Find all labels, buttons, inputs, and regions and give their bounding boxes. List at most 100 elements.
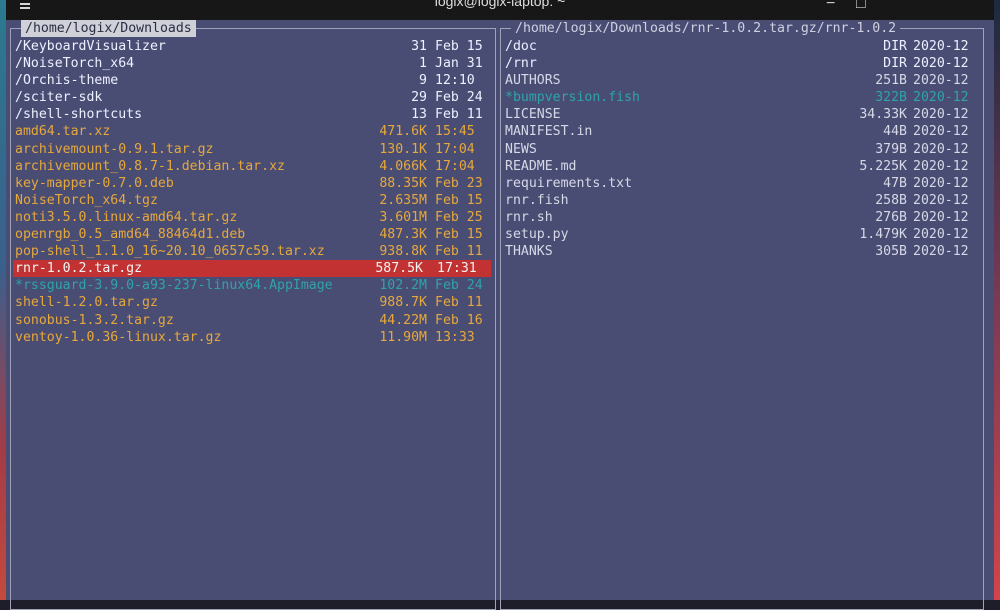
file-row[interactable]: rnr-1.0.2.tar.gz 587.5K 17:31: [13, 260, 491, 278]
file-date: 2020-12: [913, 209, 969, 225]
file-row[interactable]: AUTHORS 251B 2020-12: [501, 72, 983, 89]
file-row[interactable]: pop-shell_1.1.0_16~20.10_0657c59.tar.xz 9…: [11, 243, 495, 260]
minimize-icon[interactable]: −: [826, 0, 835, 13]
file-date: Feb 11: [435, 107, 483, 123]
directory-row[interactable]: /Orchis-theme 9 12:10: [11, 72, 495, 89]
file-size: 34.33K: [859, 107, 907, 123]
right-file-panel[interactable]: /home/logix/Downloads/rnr-1.0.2.tar.gz/r…: [500, 20, 984, 610]
file-date: 17:04: [435, 141, 475, 157]
terminal-area[interactable]: /home/logix/Downloads /KeyboardVisualize…: [6, 20, 994, 610]
file-row[interactable]: NoiseTorch_x64.tgz 2.635M Feb 15: [11, 192, 495, 209]
file-name: openrgb_0.5_amd64_88464d1.deb: [15, 227, 246, 243]
file-date: Feb 11: [435, 244, 483, 260]
file-name: *bumpversion.fish: [505, 90, 640, 106]
file-date: Feb 15: [435, 39, 483, 54]
file-date: 2020-12: [913, 90, 969, 106]
file-date: Feb 25: [435, 209, 483, 225]
file-row[interactable]: amd64.tar.xz 471.6K 15:45: [11, 123, 495, 140]
file-row[interactable]: NEWS 379B 2020-12: [501, 141, 983, 158]
file-size: 988.7K: [379, 295, 427, 311]
file-row[interactable]: *bumpversion.fish 322B 2020-12: [501, 89, 983, 106]
file-name: *rssguard-3.9.0-a93-237-linux64.AppImage: [15, 278, 333, 294]
file-row[interactable]: ventoy-1.0.36-linux.tar.gz 11.90M 13:33: [11, 329, 495, 346]
file-name: pop-shell_1.1.0_16~20.10_0657c59.tar.xz: [15, 244, 325, 260]
file-date: Feb 24: [435, 90, 483, 106]
file-name: README.md: [505, 158, 577, 174]
left-panel-path: /home/logix/Downloads: [21, 20, 196, 37]
directory-row[interactable]: /doc DIR 2020-12: [501, 38, 983, 55]
file-name: THANKS: [505, 244, 553, 260]
file-row[interactable]: MANIFEST.in 44B 2020-12: [501, 123, 983, 140]
file-size: 487.3K: [379, 227, 427, 243]
file-size: 3.601M: [379, 209, 427, 225]
file-row[interactable]: *rssguard-3.9.0-a93-237-linux64.AppImage…: [11, 277, 495, 294]
file-row[interactable]: archivemount_0.8.7-1.debian.tar.xz 4.066K…: [11, 158, 495, 175]
file-name: NoiseTorch_x64.tgz: [15, 192, 158, 208]
file-row[interactable]: rnr.sh 276B 2020-12: [501, 209, 983, 226]
maximize-icon[interactable]: □: [856, 0, 866, 13]
file-row[interactable]: key-mapper-0.7.0.deb 88.35K Feb 23: [11, 175, 495, 192]
left-file-panel[interactable]: /home/logix/Downloads /KeyboardVisualize…: [10, 20, 496, 610]
file-size: 1: [419, 56, 427, 72]
file-date: Feb 11: [435, 295, 483, 311]
file-date: 17:04: [435, 158, 475, 174]
file-size: 44B: [883, 124, 907, 140]
file-size: 379B: [875, 141, 907, 157]
file-row[interactable]: noti3.5.0.linux-amd64.tar.gz 3.601M Feb 25: [11, 209, 495, 226]
file-name: AUTHORS: [505, 73, 561, 89]
directory-row[interactable]: /shell-shortcuts 13 Feb 11: [11, 106, 495, 123]
directory-row[interactable]: /KeyboardVisualizer 31 Feb 15: [11, 38, 495, 55]
file-row[interactable]: README.md 5.225K 2020-12: [501, 158, 983, 175]
file-date: 2020-12: [913, 73, 969, 89]
right-file-list: /doc DIR 2020-12/rnr DIR 2020-12 AUTHORS 251B…: [501, 38, 983, 260]
file-name: rnr.sh: [505, 209, 553, 225]
file-date: 2020-12: [913, 158, 969, 174]
file-row[interactable]: rnr.fish 258B 2020-12: [501, 192, 983, 209]
file-name: /KeyboardVisualizer: [15, 39, 166, 54]
directory-row[interactable]: /sciter-sdk 29 Feb 24: [11, 89, 495, 106]
file-row[interactable]: shell-1.2.0.tar.gz 988.7K Feb 11: [11, 294, 495, 311]
file-row[interactable]: archivemount-0.9.1.tar.gz 130.1K 17:04: [11, 141, 495, 158]
file-size: DIR: [883, 56, 907, 72]
file-size: 471.6K: [379, 124, 427, 140]
file-size: 29: [411, 90, 427, 106]
file-row[interactable]: setup.py 1.479K 2020-12: [501, 226, 983, 243]
file-date: 2020-12: [913, 175, 969, 191]
file-name: /doc: [505, 39, 537, 54]
file-row[interactable]: sonobus-1.3.2.tar.gz 44.22M Feb 16: [11, 312, 495, 329]
file-name: ventoy-1.0.36-linux.tar.gz: [15, 329, 222, 345]
file-size: 13: [411, 107, 427, 123]
file-name: MANIFEST.in: [505, 124, 593, 140]
file-date: 2020-12: [913, 56, 969, 72]
file-name: amd64.tar.xz: [15, 124, 111, 140]
file-date: Feb 23: [435, 175, 483, 191]
file-name: requirements.txt: [505, 175, 633, 191]
file-name: /NoiseTorch_x64: [15, 56, 135, 72]
file-row[interactable]: openrgb_0.5_amd64_88464d1.deb 487.3K Feb 1…: [11, 226, 495, 243]
file-name: /Orchis-theme: [15, 73, 119, 89]
file-size: 2.635M: [379, 192, 427, 208]
file-date: Feb 15: [435, 227, 483, 243]
file-size: 258B: [875, 192, 907, 208]
file-date: 2020-12: [913, 192, 969, 208]
directory-row[interactable]: /NoiseTorch_x64 1 Jan 31: [11, 55, 495, 72]
file-date: 2020-12: [913, 141, 969, 157]
file-size: 276B: [875, 209, 907, 225]
file-name: key-mapper-0.7.0.deb: [15, 175, 174, 191]
file-name: shell-1.2.0.tar.gz: [15, 295, 158, 311]
file-size: 11.90M: [379, 329, 427, 345]
file-name: /rnr: [505, 56, 537, 72]
file-name: sonobus-1.3.2.tar.gz: [15, 312, 174, 328]
file-date: Feb 24: [435, 278, 483, 294]
file-row[interactable]: LICENSE 34.33K 2020-12: [501, 106, 983, 123]
file-size: 9: [419, 73, 427, 89]
file-row[interactable]: requirements.txt 47B 2020-12: [501, 175, 983, 192]
directory-row[interactable]: /rnr DIR 2020-12: [501, 55, 983, 72]
file-name: /shell-shortcuts: [15, 107, 143, 123]
window-titlebar[interactable]: logix@logix-laptop: ~ − □: [6, 0, 994, 20]
file-row[interactable]: THANKS 305B 2020-12: [501, 243, 983, 260]
file-date: 15:45: [435, 124, 475, 140]
file-name: /sciter-sdk: [15, 90, 103, 106]
file-size: 1.479K: [859, 227, 907, 243]
file-size: 587.5K: [375, 261, 423, 277]
